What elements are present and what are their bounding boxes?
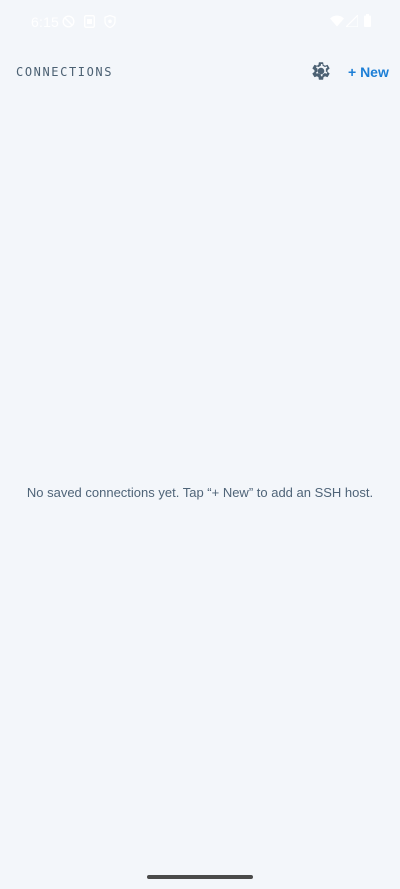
- home-indicator[interactable]: [147, 875, 253, 879]
- shield-icon: [104, 15, 116, 28]
- battery-icon: [364, 14, 371, 27]
- notification-icon: [84, 15, 95, 28]
- empty-state-message: No saved connections yet. Tap “+ New” to…: [26, 485, 374, 500]
- settings-button[interactable]: [309, 59, 333, 83]
- gear-icon: [312, 62, 330, 80]
- status-bar: 6:15: [0, 0, 400, 46]
- new-connection-button[interactable]: + New: [348, 64, 389, 80]
- wifi-icon: [330, 15, 344, 27]
- status-time: 6:15: [31, 14, 60, 30]
- signal-icon: [346, 15, 358, 27]
- header: CONNECTIONS + New: [0, 50, 400, 94]
- do-not-disturb-icon: [62, 15, 75, 28]
- page-title: CONNECTIONS: [16, 65, 114, 79]
